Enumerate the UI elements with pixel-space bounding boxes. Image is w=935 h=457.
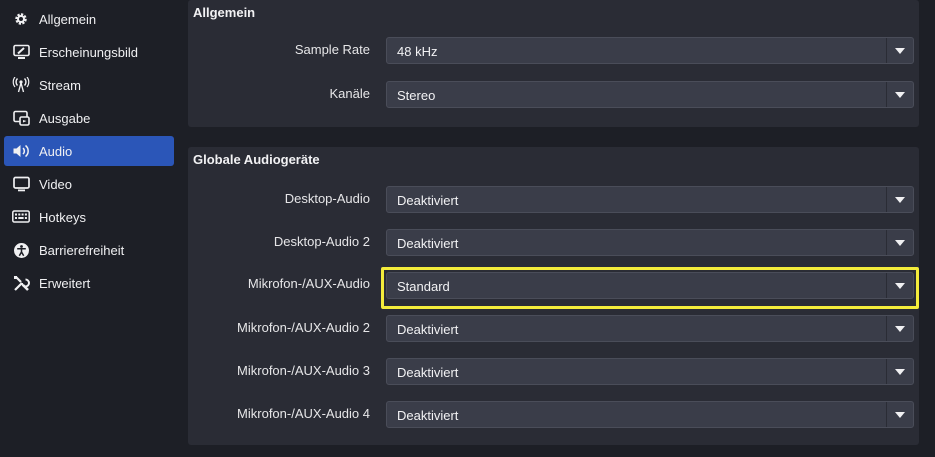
sidebar-item-label: Stream (39, 77, 81, 93)
chevron-down-icon[interactable] (886, 187, 913, 212)
select-value: Deaktiviert (397, 322, 459, 337)
select-value: Deaktiviert (397, 365, 459, 380)
chevron-down-icon[interactable] (886, 316, 913, 341)
mic-aux-audio-4-select[interactable]: Deaktiviert (386, 401, 914, 428)
settings-content: Allgemein Sample Rate 48 kHz Kanäle Ster… (180, 0, 935, 457)
select-value: Deaktiviert (397, 236, 459, 251)
gear-icon (12, 10, 30, 28)
mic-aux-audio-3-select[interactable]: Deaktiviert (386, 358, 914, 385)
select-value: 48 kHz (397, 44, 438, 59)
sidebar-item-label: Erweitert (39, 275, 91, 291)
accessibility-icon (12, 241, 30, 259)
monitor-icon (12, 175, 30, 193)
chevron-down-icon[interactable] (886, 402, 913, 427)
mic-aux-audio-3-label: Mikrofon-/AUX-Audio 3 (237, 363, 370, 378)
mic-aux-audio-2-select[interactable]: Deaktiviert (386, 315, 914, 342)
sidebar-item-label: Ausgabe (39, 110, 91, 126)
select-value: Stereo (397, 88, 436, 103)
appearance-icon (12, 43, 30, 61)
general-group: Allgemein Sample Rate 48 kHz Kanäle Ster… (188, 0, 919, 127)
scrollbar[interactable] (927, 0, 935, 457)
channels-label: Kanäle (329, 86, 370, 101)
chevron-down-icon[interactable] (886, 38, 913, 63)
sidebar-item-audio[interactable]: Audio (4, 136, 174, 166)
desktop-audio-2-label: Desktop-Audio 2 (273, 234, 370, 249)
mic-aux-audio-select[interactable]: Standard (386, 272, 914, 299)
keyboard-icon (12, 208, 30, 226)
select-value: Standard (397, 279, 450, 294)
sidebar-item-erscheinungsbild[interactable]: Erscheinungsbild (4, 37, 174, 67)
mic-aux-audio-2-label: Mikrofon-/AUX-Audio 2 (237, 320, 370, 335)
sidebar-item-allgemein[interactable]: Allgemein (4, 4, 174, 34)
sidebar-item-label: Barrierefreiheit (39, 242, 125, 258)
global-audio-group: Globale Audiogeräte Desktop-Audio Deakti… (188, 147, 919, 445)
desktop-audio-select[interactable]: Deaktiviert (386, 186, 914, 213)
sidebar-item-label: Audio (39, 143, 73, 159)
channels-select[interactable]: Stereo (386, 81, 914, 108)
chevron-down-icon[interactable] (886, 359, 913, 384)
select-value: Deaktiviert (397, 408, 459, 423)
chevron-down-icon[interactable] (886, 82, 913, 107)
sidebar-item-label: Video (39, 176, 73, 192)
sidebar-item-label: Hotkeys (39, 209, 86, 225)
sidebar-item-ausgabe[interactable]: Ausgabe (4, 103, 174, 133)
antenna-icon (12, 76, 30, 94)
speaker-icon (12, 142, 30, 160)
chevron-down-icon[interactable] (886, 273, 913, 298)
sidebar-item-hotkeys[interactable]: Hotkeys (4, 202, 174, 232)
sidebar-item-stream[interactable]: Stream (4, 70, 174, 100)
sidebar-item-video[interactable]: Video (4, 169, 174, 199)
mic-aux-audio-label: Mikrofon-/AUX-Audio (247, 276, 370, 291)
tools-icon (12, 274, 30, 292)
settings-sidebar: Allgemein Erscheinungsbild Stream Ausgab… (0, 0, 180, 457)
group-title: Allgemein (193, 5, 256, 20)
sidebar-item-erweitert[interactable]: Erweitert (4, 268, 174, 298)
desktop-audio-label: Desktop-Audio (284, 191, 370, 206)
sidebar-item-label: Erscheinungsbild (39, 44, 139, 60)
sample-rate-label: Sample Rate (294, 42, 370, 57)
desktop-audio-2-select[interactable]: Deaktiviert (386, 229, 914, 256)
output-icon (12, 109, 30, 127)
settings-window: Allgemein Erscheinungsbild Stream Ausgab… (0, 0, 935, 457)
select-value: Deaktiviert (397, 193, 459, 208)
sample-rate-select[interactable]: 48 kHz (386, 37, 914, 64)
sidebar-item-label: Allgemein (39, 11, 97, 27)
chevron-down-icon[interactable] (886, 230, 913, 255)
group-title: Globale Audiogeräte (193, 152, 320, 167)
sidebar-item-barrierefreiheit[interactable]: Barrierefreiheit (4, 235, 174, 265)
mic-aux-audio-4-label: Mikrofon-/AUX-Audio 4 (237, 406, 370, 421)
